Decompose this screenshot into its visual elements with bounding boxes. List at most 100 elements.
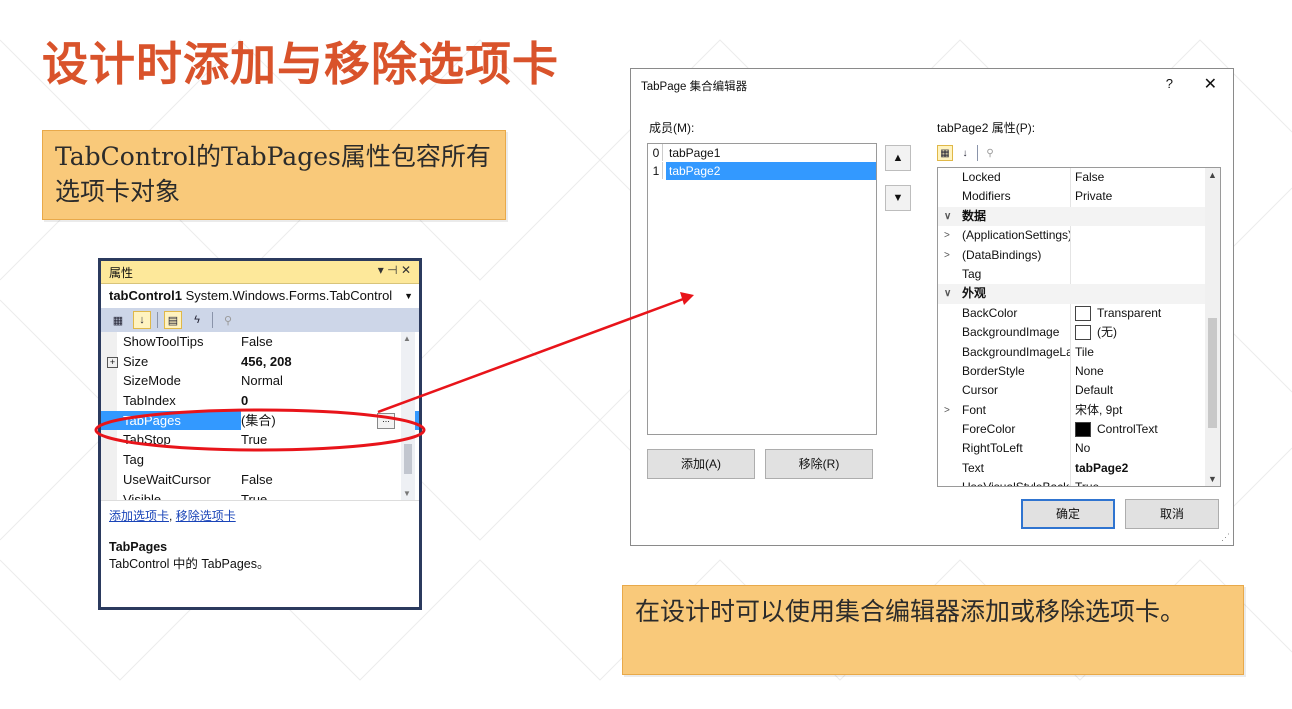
- property-row[interactable]: + Size 456, 208: [101, 352, 419, 372]
- toolbar-divider: [212, 312, 213, 328]
- cancel-button[interactable]: 取消: [1125, 499, 1219, 529]
- property-row[interactable]: Locked False: [938, 168, 1220, 188]
- categorized-icon[interactable]: ▦: [109, 311, 127, 329]
- property-value[interactable]: (无): [1075, 323, 1203, 342]
- property-value[interactable]: Normal: [241, 371, 401, 391]
- property-pages-icon[interactable]: ⚲: [219, 311, 237, 329]
- chevron-down-icon[interactable]: ∨: [944, 207, 951, 226]
- property-value[interactable]: None: [1075, 362, 1203, 381]
- alphabetical-icon[interactable]: ↓: [957, 145, 973, 161]
- property-description: TabPages TabControl 中的 TabPages。: [101, 531, 419, 573]
- property-row[interactable]: > Font 宋体, 9pt: [938, 400, 1220, 421]
- help-icon[interactable]: ?: [1166, 76, 1173, 91]
- property-value[interactable]: ControlText: [1075, 420, 1203, 439]
- property-value[interactable]: Private: [1075, 187, 1203, 206]
- alphabetical-icon[interactable]: ↓: [133, 311, 151, 329]
- property-name: Size: [123, 353, 149, 369]
- property-value[interactable]: tabPage2: [1075, 459, 1203, 478]
- property-row[interactable]: BackgroundImageLayout Tile: [938, 342, 1220, 362]
- ok-button[interactable]: 确定: [1021, 499, 1115, 529]
- add-button[interactable]: 添加(A): [647, 449, 755, 479]
- property-row[interactable]: Text tabPage2: [938, 458, 1220, 479]
- categorized-icon[interactable]: ▦: [937, 145, 953, 161]
- window-controls-icon[interactable]: ▾ ⊣ ✕: [378, 263, 411, 277]
- property-value[interactable]: True: [1075, 478, 1203, 486]
- property-row[interactable]: BorderStyle None: [938, 361, 1220, 382]
- close-icon[interactable]: ✕: [1204, 74, 1217, 94]
- property-value[interactable]: Default: [1075, 381, 1203, 400]
- property-pages-icon[interactable]: ⚲: [982, 145, 998, 161]
- property-value[interactable]: Tile: [1075, 343, 1203, 362]
- scroll-down-icon[interactable]: ▼: [1208, 474, 1217, 484]
- member-item[interactable]: 1 tabPage2: [648, 162, 876, 180]
- property-name: Text: [962, 460, 985, 475]
- property-row[interactable]: Modifiers Private: [938, 187, 1220, 207]
- property-name: TabPages: [123, 412, 181, 428]
- property-value[interactable]: True: [241, 490, 401, 501]
- property-value[interactable]: False: [241, 332, 401, 352]
- property-value[interactable]: False: [241, 470, 401, 490]
- members-list[interactable]: 0 tabPage1 1 tabPage2: [647, 143, 877, 435]
- property-value[interactable]: False: [1075, 168, 1203, 187]
- property-grid-scrollbar[interactable]: ▲ ▼: [401, 332, 415, 500]
- chevron-down-icon[interactable]: ∨: [944, 284, 951, 303]
- property-value[interactable]: 456, 208: [241, 352, 401, 372]
- property-row[interactable]: TabPages (集合)...: [101, 410, 419, 431]
- events-icon[interactable]: ϟ: [188, 311, 206, 329]
- add-tab-link[interactable]: 添加选项卡: [109, 509, 169, 523]
- property-value-text: None: [1075, 363, 1104, 378]
- property-value[interactable]: No: [1075, 439, 1203, 458]
- property-row[interactable]: Visible True: [101, 490, 419, 501]
- member-index: 1: [650, 162, 663, 179]
- member-name: tabPage2: [666, 162, 876, 180]
- properties-icon[interactable]: ▤: [164, 311, 182, 329]
- chevron-right-icon[interactable]: >: [944, 246, 950, 265]
- scroll-thumb[interactable]: [1208, 318, 1217, 428]
- chevron-right-icon[interactable]: >: [944, 226, 950, 245]
- resize-grip-icon[interactable]: ⋰: [1221, 532, 1230, 543]
- expand-icon[interactable]: +: [107, 356, 118, 368]
- member-item[interactable]: 0 tabPage1: [648, 144, 876, 162]
- property-value[interactable]: Transparent: [1075, 304, 1203, 323]
- remove-tab-link[interactable]: 移除选项卡: [176, 509, 236, 523]
- property-row[interactable]: TabIndex 0: [101, 391, 419, 411]
- object-selector[interactable]: tabControl1 System.Windows.Forms.TabCont…: [101, 284, 419, 308]
- property-row[interactable]: Tag: [101, 450, 419, 470]
- property-row[interactable]: RightToLeft No: [938, 439, 1220, 459]
- property-row[interactable]: TabStop True: [101, 430, 419, 450]
- property-value[interactable]: 宋体, 9pt: [1075, 401, 1203, 420]
- property-row[interactable]: Tag: [938, 264, 1220, 285]
- scroll-thumb[interactable]: [404, 444, 412, 474]
- property-row[interactable]: ShowToolTips False: [101, 332, 419, 352]
- property-row[interactable]: > (DataBindings): [938, 245, 1220, 265]
- property-name: Visible: [123, 491, 162, 501]
- move-down-button[interactable]: ▼: [885, 185, 911, 211]
- property-row[interactable]: UseWaitCursor False: [101, 470, 419, 490]
- category-row[interactable]: ∨ 外观: [938, 284, 1220, 304]
- column-divider: [1070, 342, 1071, 362]
- property-row[interactable]: SizeMode Normal: [101, 371, 419, 391]
- scroll-up-icon[interactable]: ▲: [1208, 170, 1217, 180]
- property-name: Tag: [123, 452, 144, 468]
- property-row[interactable]: UseVisualStyleBackColor True: [938, 478, 1220, 486]
- property-row[interactable]: Cursor Default: [938, 381, 1220, 401]
- chevron-down-icon[interactable]: ▼: [404, 284, 413, 308]
- property-row[interactable]: BackgroundImage (无): [938, 323, 1220, 343]
- remove-button[interactable]: 移除(R): [765, 449, 873, 479]
- object-name: tabControl1: [109, 288, 182, 303]
- move-up-button[interactable]: ▲: [885, 145, 911, 171]
- property-value[interactable]: 0: [241, 391, 401, 411]
- category-row[interactable]: ∨ 数据: [938, 206, 1220, 227]
- property-value-text: 宋体, 9pt: [1075, 402, 1123, 417]
- property-row[interactable]: ForeColor ControlText: [938, 420, 1220, 440]
- property-value[interactable]: True: [241, 430, 401, 450]
- property-value-text: Private: [1075, 189, 1113, 204]
- property-row[interactable]: > (ApplicationSettings): [938, 226, 1220, 246]
- ellipsis-button[interactable]: ...: [377, 412, 395, 429]
- scroll-up-icon[interactable]: ▲: [403, 334, 411, 343]
- chevron-right-icon[interactable]: >: [944, 401, 950, 420]
- color-swatch: [1075, 325, 1091, 341]
- scroll-down-icon[interactable]: ▼: [403, 489, 411, 498]
- property-row[interactable]: BackColor Transparent: [938, 303, 1220, 324]
- property-grid-scrollbar[interactable]: ▲ ▼: [1205, 168, 1220, 486]
